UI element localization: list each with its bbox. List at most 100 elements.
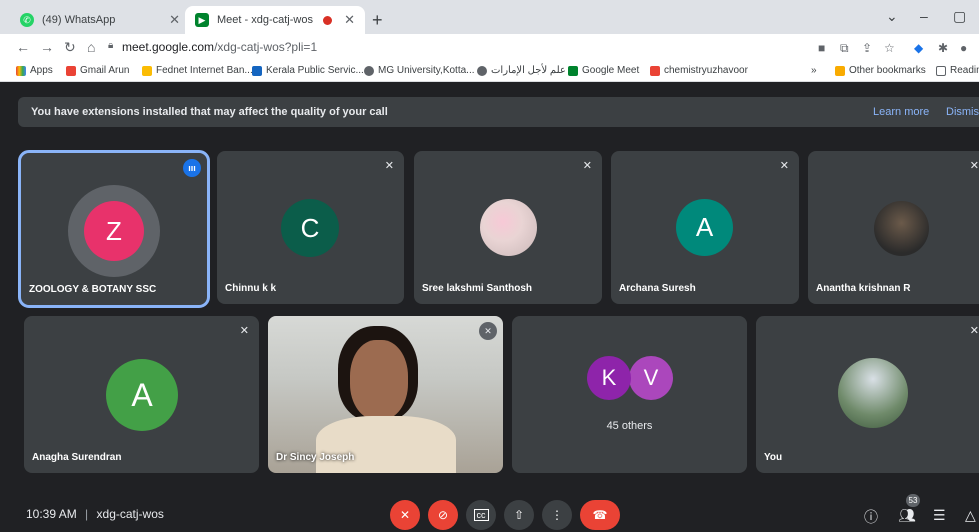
globe-icon bbox=[477, 65, 487, 76]
self-tile[interactable]: ✕ You bbox=[756, 316, 979, 473]
banner-text: You have extensions installed that may a… bbox=[31, 106, 388, 118]
mic-off-icon: ✕ bbox=[969, 325, 979, 337]
bookmark-kerala-psc[interactable]: Kerala Public Servic... bbox=[252, 65, 364, 76]
globe-icon bbox=[364, 65, 374, 76]
video-person-shoulders bbox=[316, 416, 456, 473]
tab-meet[interactable]: ▶ Meet - xdg-catj-wos ✕ bbox=[185, 6, 365, 34]
more-options-button[interactable]: ⋮ bbox=[542, 500, 572, 530]
avatar: C bbox=[281, 199, 339, 257]
translate-icon[interactable]: ⧉ bbox=[840, 41, 849, 56]
url-path: /xdg-catj-wos?pli=1 bbox=[214, 40, 318, 54]
bookmark-gmail[interactable]: Gmail Arun bbox=[66, 65, 129, 76]
tab-whatsapp[interactable]: ✆ (49) WhatsApp ✕ bbox=[10, 6, 190, 34]
whatsapp-icon: ✆ bbox=[20, 13, 34, 27]
kerala-psc-icon bbox=[252, 65, 262, 76]
participant-tile[interactable]: ✕ A Anagha Surendran bbox=[24, 316, 259, 473]
close-tab-icon[interactable]: ✕ bbox=[169, 12, 180, 28]
participant-name: You bbox=[764, 452, 783, 463]
address-bar[interactable]: meet.google.com/xdg-catj-wos?pli=1 bbox=[122, 40, 317, 54]
camera-icon[interactable]: ■ bbox=[818, 41, 825, 55]
others-tile[interactable]: K V 45 others bbox=[512, 316, 747, 473]
camera-off-icon: ⊘ bbox=[437, 508, 449, 522]
speaking-indicator-icon: ııı bbox=[183, 159, 201, 177]
google-meet-icon bbox=[568, 65, 578, 76]
apps-grid-icon bbox=[16, 65, 26, 76]
fednet-icon bbox=[142, 65, 152, 76]
participant-name: Dr Sincy Joseph bbox=[276, 452, 355, 463]
dismiss-button[interactable]: Dismis bbox=[946, 106, 979, 118]
bookmark-google-meet[interactable]: Google Meet bbox=[568, 65, 639, 76]
avatar: A bbox=[676, 199, 733, 256]
tab-search-icon[interactable]: ⌄ bbox=[886, 8, 898, 25]
url-host: meet.google.com bbox=[122, 40, 215, 54]
tab-title: Meet - xdg-catj-wos bbox=[217, 14, 313, 26]
meeting-code: xdg-catj-wos bbox=[96, 507, 164, 521]
others-avatar: V bbox=[629, 356, 673, 400]
participant-tile[interactable]: Z ııı ZOOLOGY & BOTANY SSC bbox=[18, 150, 210, 308]
people-icon[interactable]: 👥︎ bbox=[898, 507, 916, 524]
meeting-info-icon[interactable]: ⓘ bbox=[864, 507, 878, 527]
browser-toolbar: ← → ↻ ⌂ 🔒︎ meet.google.com/xdg-catj-wos?… bbox=[0, 34, 979, 62]
clock-time: 10:39 AM bbox=[26, 507, 77, 521]
participant-video-tile[interactable]: ✕ Dr Sincy Joseph bbox=[268, 316, 503, 473]
home-icon[interactable]: ⌂ bbox=[87, 39, 95, 55]
minimize-button[interactable]: – bbox=[920, 8, 928, 24]
extensions-warning-banner: You have extensions installed that may a… bbox=[18, 97, 979, 127]
mic-toggle-button[interactable]: ✕ bbox=[390, 500, 420, 530]
bookmarks-more-button[interactable]: » bbox=[811, 65, 817, 76]
back-arrow-icon[interactable]: ← bbox=[16, 39, 30, 55]
avatar: A bbox=[106, 359, 178, 431]
reading-list-button[interactable]: Readin bbox=[936, 65, 979, 76]
more-vertical-icon: ⋮ bbox=[551, 508, 563, 522]
forward-arrow-icon[interactable]: → bbox=[40, 39, 54, 55]
present-button[interactable]: ⇧ bbox=[504, 500, 534, 530]
people-count-badge: 53 bbox=[906, 494, 920, 507]
tab-title: (49) WhatsApp bbox=[42, 14, 116, 26]
reload-icon[interactable]: ↻ bbox=[64, 39, 76, 56]
bookmarks-bar: Apps Gmail Arun Fednet Internet Ban... K… bbox=[0, 62, 979, 82]
profile-photo bbox=[480, 199, 537, 256]
others-avatar: K bbox=[587, 356, 631, 400]
profile-avatar-icon[interactable]: ● bbox=[960, 41, 967, 55]
close-tab-icon[interactable]: ✕ bbox=[344, 12, 355, 28]
mic-off-icon: ✕ bbox=[779, 160, 789, 172]
mic-off-icon: ✕ bbox=[239, 325, 249, 337]
google-meet-icon: ▶ bbox=[195, 13, 209, 27]
gmail-icon bbox=[66, 65, 76, 76]
learn-more-link[interactable]: Learn more bbox=[873, 106, 929, 118]
activities-icon[interactable]: △ bbox=[965, 507, 976, 524]
bookmark-mg-university[interactable]: MG University,Kotta... bbox=[364, 65, 475, 76]
extension-icon[interactable]: ◆ bbox=[914, 41, 923, 55]
lock-icon[interactable]: 🔒︎ bbox=[108, 40, 113, 51]
captions-icon: cc bbox=[473, 509, 489, 521]
participant-tile[interactable]: ✕ A Archana Suresh bbox=[611, 151, 799, 304]
participant-name: Archana Suresh bbox=[619, 283, 696, 294]
participant-tile[interactable]: ✕ Sree lakshmi Santhosh bbox=[414, 151, 602, 304]
present-screen-icon: ⇧ bbox=[513, 508, 525, 522]
bookmark-other[interactable]: Other bookmarks bbox=[835, 65, 926, 76]
bookmark-apps[interactable]: Apps bbox=[16, 65, 53, 76]
gmail-icon bbox=[650, 65, 660, 76]
mic-off-icon: ✕ bbox=[384, 160, 394, 172]
leave-call-button[interactable]: ☎ bbox=[580, 500, 620, 530]
participant-name: Anantha krishnan R bbox=[816, 283, 911, 294]
new-tab-button[interactable]: + bbox=[372, 10, 383, 31]
participant-name: Chinnu k k bbox=[225, 283, 277, 294]
captions-button[interactable]: cc bbox=[466, 500, 496, 530]
folder-icon bbox=[835, 65, 845, 76]
bookmark-chemistry[interactable]: chemistryuzhavoor bbox=[650, 65, 748, 76]
bookmark-arabic[interactable]: علم لأجل الإمارات bbox=[477, 65, 566, 76]
share-icon[interactable]: ⇪ bbox=[862, 41, 872, 55]
bookmark-fednet[interactable]: Fednet Internet Ban... bbox=[142, 65, 253, 76]
profile-photo bbox=[874, 201, 929, 256]
bookmark-star-icon[interactable]: ☆ bbox=[884, 41, 895, 55]
chat-icon[interactable]: ☰ bbox=[933, 507, 946, 524]
extensions-puzzle-icon[interactable]: ✱ bbox=[938, 41, 948, 55]
participant-tile[interactable]: ✕ Anantha krishnan R bbox=[808, 151, 979, 304]
participant-tile[interactable]: ✕ C Chinnu k k bbox=[217, 151, 404, 304]
restore-button[interactable]: ▢ bbox=[953, 8, 966, 25]
browser-tab-strip: ✆ (49) WhatsApp ✕ ▶ Meet - xdg-catj-wos … bbox=[0, 0, 979, 34]
mic-off-icon: ✕ bbox=[479, 322, 497, 340]
camera-toggle-button[interactable]: ⊘ bbox=[428, 500, 458, 530]
mic-off-icon: ✕ bbox=[399, 508, 411, 522]
